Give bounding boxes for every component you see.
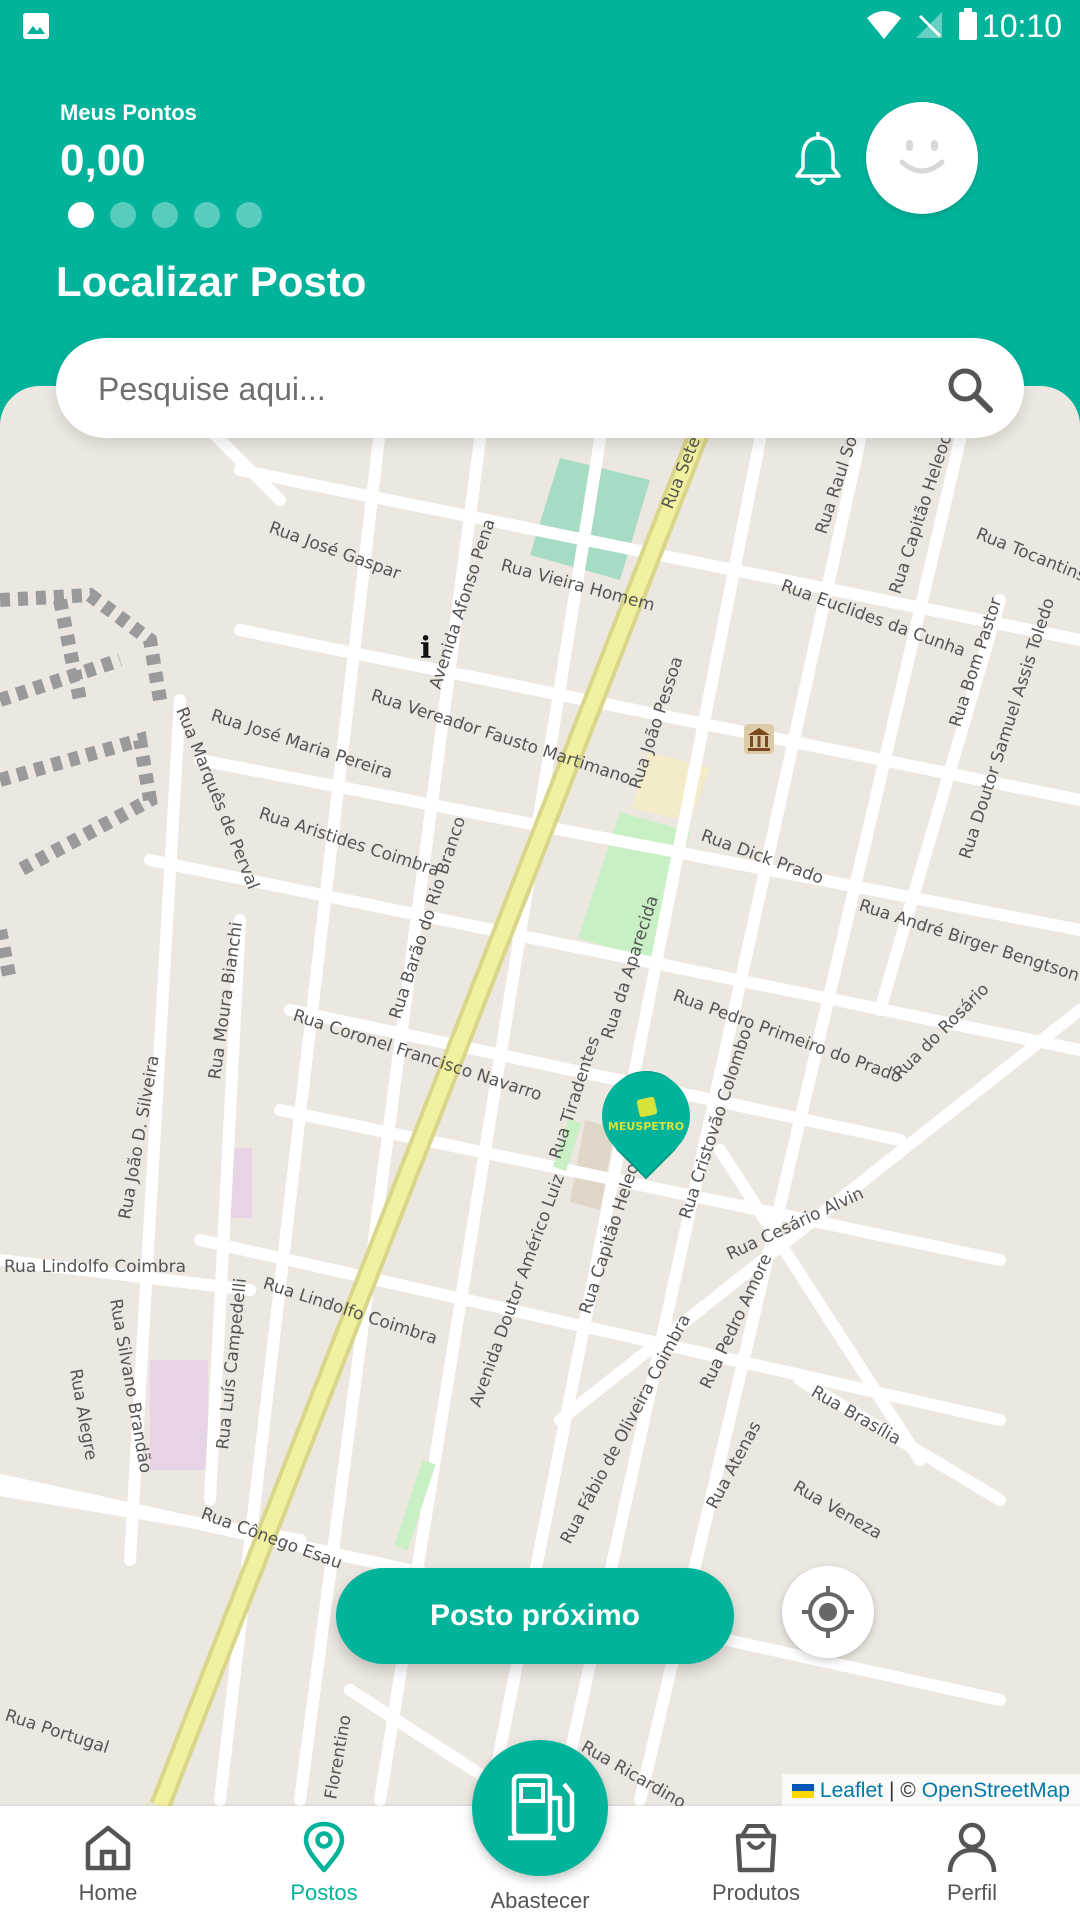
status-bar: 10:10	[0, 0, 1080, 50]
page-title: Localizar Posto	[56, 258, 367, 305]
carousel-dot[interactable]	[194, 202, 220, 228]
info-poi-icon: i	[420, 631, 431, 666]
nav-produtos-label: Produtos	[711, 1880, 801, 1905]
svg-text:MEUSPETRO: MEUSPETRO	[608, 1120, 684, 1133]
street-label: Rua Lindolfo Coimbra	[4, 1257, 186, 1277]
nav-home[interactable]: Home	[28, 1806, 188, 1920]
carousel-dot-active[interactable]	[68, 202, 94, 228]
wifi-icon	[867, 11, 901, 39]
building-area	[150, 1360, 208, 1470]
nearest-station-button[interactable]: Posto próximo	[336, 1568, 734, 1664]
abastecer-button[interactable]	[472, 1740, 608, 1876]
map-attribution: Leaflet | © OpenStreetMap	[781, 1774, 1080, 1806]
user-icon	[947, 1822, 997, 1873]
points-value: 0,00	[60, 136, 146, 185]
nav-postos-label: Postos	[290, 1880, 358, 1905]
status-time: 10:10	[981, 8, 1062, 44]
ukraine-flag-icon	[791, 1784, 814, 1798]
points-label: Meus Pontos	[60, 100, 197, 125]
nav-perfil-label: Perfil	[946, 1880, 998, 1905]
museum-poi-icon	[744, 724, 774, 754]
bell-icon[interactable]	[792, 132, 844, 188]
avatar[interactable]	[866, 102, 978, 214]
attribution-separator: | ©	[888, 1779, 916, 1802]
carousel-dot[interactable]	[152, 202, 178, 228]
search-input[interactable]	[96, 362, 920, 416]
carousel-dot[interactable]	[236, 202, 262, 228]
battery-icon	[959, 8, 977, 40]
locate-me-button[interactable]	[782, 1566, 874, 1658]
image-notification-icon	[23, 13, 49, 39]
search-icon[interactable]	[946, 366, 994, 414]
nav-produtos[interactable]: Produtos	[676, 1806, 836, 1920]
nav-perfil[interactable]: Perfil	[892, 1806, 1052, 1920]
shopping-bag-icon	[735, 1824, 777, 1873]
home-icon	[85, 1825, 131, 1871]
location-pin-icon	[303, 1821, 345, 1873]
abastecer-label: Abastecer	[490, 1888, 590, 1913]
smiley-icon	[899, 140, 945, 174]
carousel-dot[interactable]	[110, 202, 136, 228]
leaflet-link[interactable]: Leaflet	[820, 1779, 883, 1803]
crosshair-icon	[802, 1586, 854, 1638]
openstreetmap-link[interactable]: OpenStreetMap	[922, 1779, 1070, 1803]
fuel-pump-icon	[508, 1773, 575, 1841]
nav-postos[interactable]: Postos	[244, 1806, 404, 1920]
no-signal-icon	[916, 12, 942, 38]
nav-home-label: Home	[78, 1880, 138, 1905]
search-bar	[56, 338, 1024, 438]
